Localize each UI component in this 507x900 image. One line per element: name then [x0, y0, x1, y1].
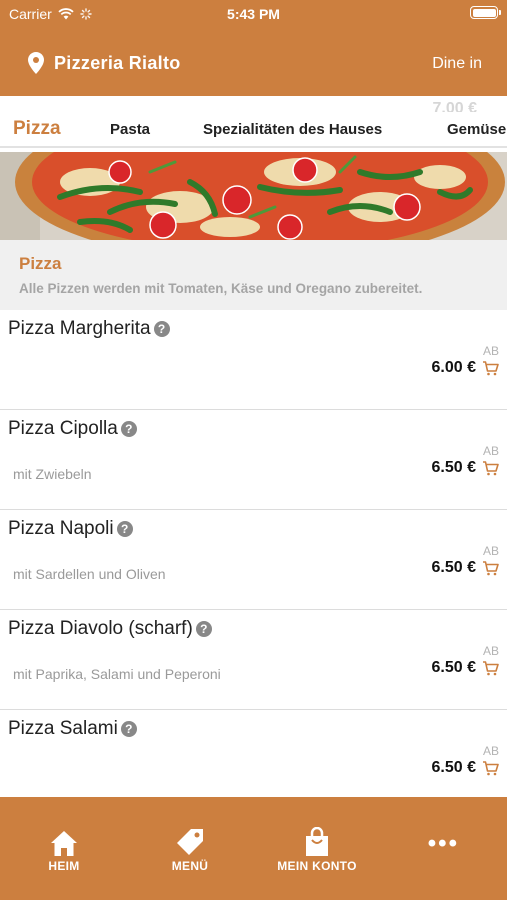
tab-pasta[interactable]: Pasta — [110, 121, 150, 138]
shopping-bag-icon — [306, 827, 328, 856]
item-price: 6.00 € — [431, 359, 476, 376]
item-name: Pizza Cipolla — [8, 418, 118, 439]
help-icon[interactable]: ? — [120, 721, 137, 737]
item-name: Pizza Diavolo (scharf) — [8, 618, 193, 639]
restaurant-selector[interactable]: Pizzeria Rialto — [28, 52, 181, 74]
item-description: mit Paprika, Salami und Peperoni — [13, 666, 221, 682]
menu-item[interactable]: Pizza Diavolo (scharf) ? mit Paprika, Sa… — [0, 610, 507, 710]
cart-icon[interactable] — [482, 760, 499, 776]
section-description: Alle Pizzen werden mit Tomaten, Käse und… — [19, 281, 423, 296]
nav-account-label: MEIN KONTO — [277, 859, 357, 873]
app-header: Carrier 5:43 PM Pizzeria Rialto Dine in — [0, 0, 507, 96]
home-icon — [51, 831, 77, 856]
cart-icon[interactable] — [482, 460, 499, 476]
item-description: mit Zwiebeln — [13, 466, 92, 482]
status-time: 5:43 PM — [227, 6, 280, 22]
menu-item[interactable]: Pizza Margherita ? AB 6.00 € — [0, 310, 507, 410]
restaurant-name: Pizzeria Rialto — [54, 52, 181, 73]
location-pin-icon — [28, 52, 44, 74]
tab-gemuese[interactable]: Gemüse — [447, 121, 506, 138]
dine-in-toggle[interactable]: Dine in — [432, 55, 482, 73]
cart-icon[interactable] — [482, 360, 499, 376]
nav-home[interactable]: HEIM — [9, 825, 119, 873]
item-price: 6.50 € — [431, 759, 476, 776]
pizza-illustration — [0, 152, 507, 240]
item-description: mit Sardellen und Oliven — [13, 566, 166, 582]
help-icon[interactable]: ? — [153, 321, 170, 337]
menu-item[interactable]: Pizza Salami ? AB 6.50 € — [0, 710, 507, 810]
price-prefix: AB — [482, 744, 499, 758]
item-name: Pizza Salami — [8, 718, 118, 739]
nav-home-label: HEIM — [48, 859, 80, 873]
tab-pizza[interactable]: Pizza — [13, 118, 61, 140]
help-icon[interactable]: ? — [195, 621, 212, 637]
help-icon[interactable]: ? — [116, 521, 133, 537]
section-title: Pizza — [19, 254, 62, 273]
menu-item[interactable]: Pizza Napoli ? mit Sardellen und Oliven … — [0, 510, 507, 610]
battery-icon — [470, 6, 501, 19]
pizza-banner-image — [0, 152, 507, 240]
tab-spezialitaeten[interactable]: Spezialitäten des Hauses — [203, 121, 382, 138]
item-price: 6.50 € — [431, 459, 476, 476]
item-name: Pizza Napoli — [8, 518, 114, 539]
nav-account[interactable]: MEIN KONTO — [262, 825, 372, 873]
price-prefix: AB — [482, 444, 499, 458]
menu-item[interactable]: Pizza Cipolla ? mit Zwiebeln AB 6.50 € — [0, 410, 507, 510]
item-name: Pizza Margherita — [8, 318, 151, 339]
cart-icon[interactable] — [482, 560, 499, 576]
item-price: 6.50 € — [431, 659, 476, 676]
nav-menu[interactable]: MENÜ — [135, 825, 245, 873]
category-tabs: Pizza Pasta Spezialitäten des Hauses Gem… — [0, 112, 507, 148]
tag-icon — [177, 829, 203, 855]
more-icon[interactable]: ••• — [428, 832, 459, 856]
price-prefix: AB — [482, 544, 499, 558]
section-header: Pizza Alle Pizzen werden mit Tomaten, Kä… — [0, 240, 507, 310]
status-bar: Carrier 5:43 PM — [0, 0, 507, 28]
price-prefix: AB — [482, 644, 499, 658]
cart-icon[interactable] — [482, 660, 499, 676]
nav-menu-label: MENÜ — [171, 859, 209, 873]
bottom-navigation: HEIM MENÜ MEIN KONTO ••• — [0, 797, 507, 900]
price-prefix: AB — [482, 344, 499, 358]
help-icon[interactable]: ? — [120, 421, 137, 437]
item-price: 6.50 € — [431, 559, 476, 576]
